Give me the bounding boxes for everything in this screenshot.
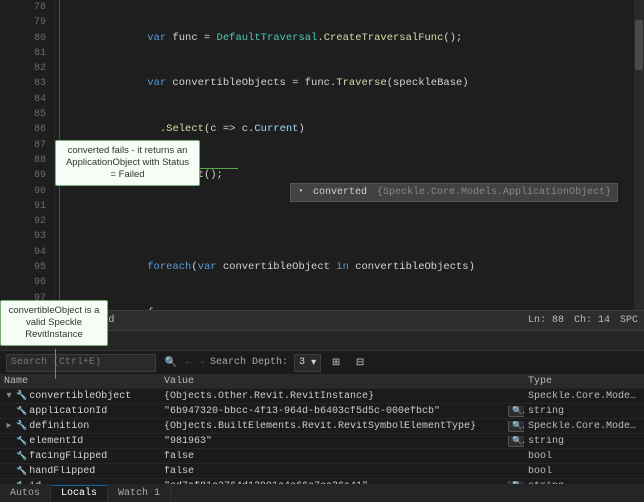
scroll-thumb[interactable] bbox=[635, 20, 643, 70]
watch-grid[interactable]: Name Value Type ▾🔧convertibleObject{Obje… bbox=[0, 374, 644, 484]
watch-item-type: string bbox=[524, 481, 644, 485]
property-icon: 🔧 bbox=[16, 451, 27, 461]
search-depth-value[interactable]: 3 ▾ bbox=[294, 354, 321, 372]
watch-row[interactable]: 🔧facingFlipped false bool bbox=[0, 449, 644, 464]
watch-item-type: bool bbox=[524, 451, 644, 462]
tab-locals[interactable]: Locals bbox=[51, 485, 108, 501]
watch-item-value: "ed7af81c2764d13001c4e66c7ea36a41" bbox=[160, 481, 504, 485]
watch-item-name: applicationId bbox=[29, 406, 107, 417]
callout-connector bbox=[55, 349, 56, 379]
watch-row[interactable]: 🔧elementId "981963" 🔍 View ▾string bbox=[0, 434, 644, 449]
search-depth-label: Search Depth: bbox=[210, 357, 288, 368]
callout-connector bbox=[200, 168, 238, 169]
expander-icon[interactable]: ▸ bbox=[4, 420, 14, 432]
view-button[interactable]: 🔍 View ▾ bbox=[508, 436, 524, 447]
watch-item-value: {Objects.Other.Revit.RevitInstance} bbox=[160, 391, 504, 402]
watch-item-name: elementId bbox=[29, 436, 83, 447]
view-button[interactable]: 🔍 View ▾ bbox=[508, 481, 524, 485]
watch-item-name: convertibleObject bbox=[29, 391, 131, 402]
watch-row[interactable]: 🔧applicationId "6b947320-bbcc-4f13-964d-b… bbox=[0, 404, 644, 419]
watch-row[interactable]: 🔧id "ed7af81c2764d13001c4e66c7ea36a41" 🔍 V… bbox=[0, 479, 644, 484]
property-icon: 🔧 bbox=[16, 466, 27, 476]
annotation-callout-convertible: convertibleObject is a valid Speckle Rev… bbox=[0, 300, 108, 346]
watch-search-input[interactable] bbox=[6, 354, 156, 372]
toolbar-icon[interactable]: ⊟ bbox=[351, 354, 369, 372]
watch-item-name: handFlipped bbox=[29, 466, 95, 477]
watch-item-name: facingFlipped bbox=[29, 451, 107, 462]
tab-watch1[interactable]: Watch 1 bbox=[108, 486, 171, 501]
col-name: Name bbox=[0, 376, 160, 387]
col-value: Value bbox=[160, 376, 504, 387]
annotation-callout-converted: converted fails - it returns an Applicat… bbox=[55, 140, 200, 186]
watch-row[interactable]: ▾🔧convertibleObject {Objects.Other.Revit.… bbox=[0, 389, 644, 404]
property-icon: 🔧 bbox=[16, 391, 27, 401]
watch-item-type: Speckle.Core.Models.Base bbox=[524, 391, 644, 402]
vertical-scrollbar[interactable] bbox=[634, 0, 644, 310]
property-icon: 🔧 bbox=[16, 406, 27, 416]
cursor-line-label: Ln: 88 bbox=[528, 315, 564, 326]
watch-item-value: "6b947320-bbcc-4f13-964d-b6403cf5d5c-000… bbox=[160, 406, 504, 417]
watch-item-type: string bbox=[524, 436, 644, 447]
watch-item-type: string bbox=[524, 406, 644, 417]
cursor-char-label: Ch: 14 bbox=[574, 315, 610, 326]
property-icon: 🔧 bbox=[16, 436, 27, 446]
property-icon: 🔧 bbox=[16, 421, 27, 431]
watch-item-value: false bbox=[160, 451, 504, 462]
col-type: Type bbox=[524, 376, 644, 387]
watch-search-row: 🔍 ←→ Search Depth: 3 ▾ ⊞ ⊟ bbox=[0, 350, 644, 374]
watch-item-type: bool bbox=[524, 466, 644, 477]
watch-item-name: id bbox=[29, 481, 41, 485]
datatip-var-icon: ◔ bbox=[297, 185, 303, 200]
expander-icon[interactable]: ▾ bbox=[4, 390, 14, 402]
watch-item-type: Speckle.Core.Models.Base bbox=[524, 421, 644, 432]
datatip-var-name: converted bbox=[313, 185, 367, 200]
watch-item-value: "981963" bbox=[160, 436, 504, 447]
view-button[interactable]: 🔍 View ▾ bbox=[508, 406, 524, 417]
toolbar-icon[interactable]: ⊞ bbox=[327, 354, 345, 372]
property-icon: 🔧 bbox=[16, 481, 27, 484]
debug-footer-tabs: Autos Locals Watch 1 bbox=[0, 484, 644, 502]
view-button[interactable]: 🔍 View ▾ bbox=[508, 421, 524, 432]
watch-grid-header: Name Value Type bbox=[0, 374, 644, 389]
debug-datatip[interactable]: ◔ converted {Speckle.Core.Models.Applica… bbox=[290, 183, 618, 202]
line-number-gutter: 78 79 80 81 82 83 84 85 86 87 88 89 90 9… bbox=[0, 0, 55, 310]
watch-row[interactable]: ▸🔧definition {Objects.BuiltElements.Revit… bbox=[0, 419, 644, 434]
watch-item-value: false bbox=[160, 466, 504, 477]
search-icon[interactable]: 🔍 bbox=[162, 354, 180, 372]
watch-item-name: definition bbox=[29, 421, 89, 432]
watch-item-value: {Objects.BuiltElements.Revit.RevitSymbol… bbox=[160, 421, 504, 432]
datatip-var-type: {Speckle.Core.Models.ApplicationObject} bbox=[377, 185, 611, 200]
indent-mode-label: SPC bbox=[620, 315, 638, 326]
tab-autos[interactable]: Autos bbox=[0, 486, 51, 501]
watch-row[interactable]: 🔧handFlipped false bool bbox=[0, 464, 644, 479]
